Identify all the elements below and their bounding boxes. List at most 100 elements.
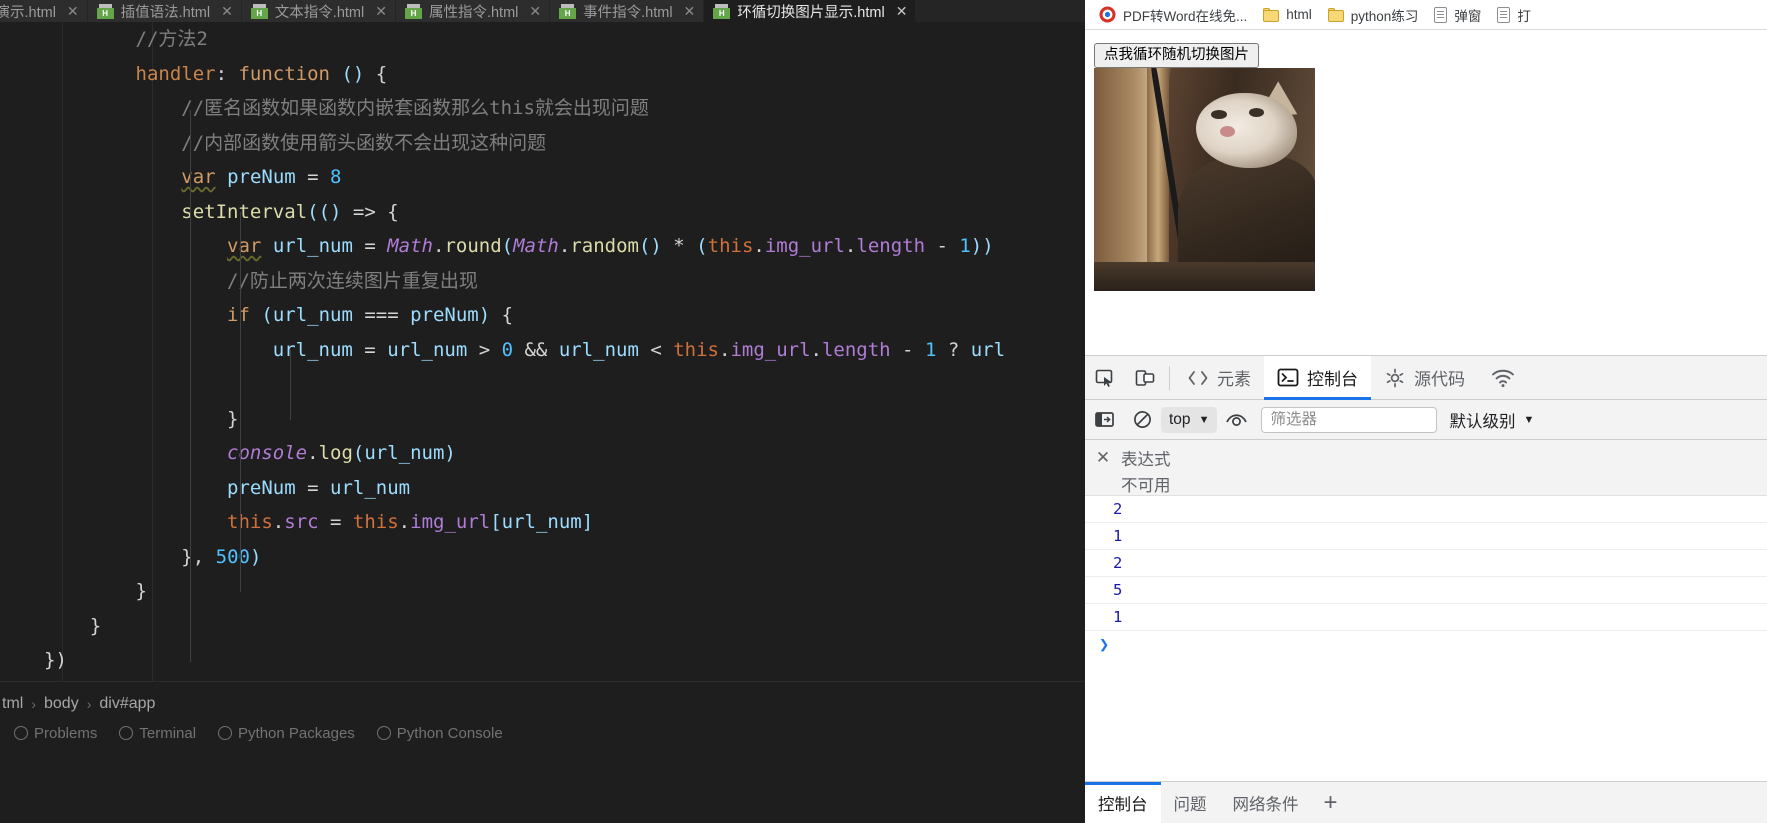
cat-photo-image[interactable] [1094,68,1315,291]
code-token: . [810,338,822,361]
code-token: img_url [764,235,845,257]
status-bar-item-label: Python Console [396,724,503,742]
close-icon[interactable]: ✕ [221,4,233,18]
console-input-prompt[interactable]: ❯ [1085,631,1767,659]
code-line: setInterval(() => { [0,195,1085,230]
bookmark-item[interactable]: python练习 [1320,3,1427,27]
code-token: var [227,235,262,257]
editor-tab[interactable]: H 属性指令.html ✕ [395,0,551,22]
editor-tab[interactable]: H 插值语法.html ✕ [87,0,242,22]
code-token: { [501,304,514,326]
code-token: 500 [215,545,250,568]
editor-tab-label: 法演示.html [0,4,56,21]
add-drawer-tab-icon[interactable]: + [1312,782,1350,823]
cycle-image-button[interactable]: 点我循环随机切换图片 [1094,43,1259,68]
drawer-tab-控制台[interactable]: 控制台 [1085,781,1161,823]
code-token: . [432,235,445,257]
code-token: Math [387,235,433,257]
console-filter-input[interactable]: 筛选器 [1261,406,1438,433]
close-icon[interactable]: ✕ [67,4,79,18]
status-bar-items: Problems Terminal Python Packages Python Co… [0,720,503,746]
code-line: //内部函数使用箭头函数不会出现这种问题 [0,126,1085,161]
code-token: * [661,235,697,257]
breadcrumb[interactable]: tml › body › div#app [0,688,1085,720]
clear-console-icon[interactable] [1123,400,1161,440]
breadcrumb-item[interactable]: div#app [97,695,157,713]
breadcrumb-item[interactable]: body [42,695,81,713]
status-bar-item[interactable]: Python Packages [218,725,355,742]
code-token: . [558,235,571,257]
code-token: . [718,338,731,361]
code-line: if (url_num === preNum) { [0,298,1085,333]
close-icon[interactable]: ✕ [684,4,696,18]
code-token: url_num [364,442,445,464]
editor-tab[interactable]: H 事件指令.html ✕ [550,0,705,22]
close-icon[interactable]: ✕ [1093,447,1113,469]
code-line: }, 500) [0,540,1085,575]
code-token: } [135,580,147,602]
editor-status-bar: Problems Terminal Python Packages Python Co… [0,720,1085,823]
console-output-list[interactable]: 2 1 2 5 1 ❯ [1085,496,1767,823]
close-icon[interactable]: ✕ [896,4,908,18]
code-token: - [925,235,960,257]
bookmark-item[interactable]: 弹窗 [1426,3,1489,27]
log-level-select[interactable]: 默认级别 ▼ [1449,407,1534,433]
breadcrumb-separator: › [86,696,92,712]
editor-tab[interactable]: H 文本指令.html ✕ [241,0,396,22]
html-file-icon: H [96,3,114,19]
bookmark-item[interactable]: html [1255,3,1320,27]
code-content[interactable]: //方法2 handler: function () { //匿名函数如果函数内… [0,22,1085,682]
inspect-element-icon[interactable] [1085,356,1125,400]
bookmark-item[interactable]: 打 [1489,3,1539,27]
code-token: . [844,235,857,257]
bookmark-item[interactable]: PDF转Word在线免... [1091,3,1255,27]
editor-tab[interactable]: 法演示.html ✕ [0,0,88,22]
code-token: url_num [387,338,468,361]
console-sidebar-icon[interactable] [1085,400,1123,440]
status-bar-item[interactable]: Terminal [119,725,196,742]
code-line: } [0,574,1085,609]
status-bar-item-label: Terminal [139,724,197,742]
code-token: { [375,62,388,85]
device-toolbar-icon[interactable] [1125,356,1165,400]
code-token: //匿名函数如果函数内嵌套函数那么this就会出现问题 [181,97,649,119]
devtools-tab-源代码[interactable]: 源代码 [1371,356,1478,400]
breadcrumb-item[interactable]: tml [0,695,25,713]
drawer-tab-问题[interactable]: 问题 [1161,782,1220,823]
code-token: handler [135,62,216,85]
editor-tab-label: 插值语法.html [120,4,211,21]
doc-icon [1497,6,1511,23]
editor-tab[interactable]: H 环循切换图片显示.html ✕ [704,0,917,22]
code-token: this [707,235,754,257]
close-icon[interactable]: ✕ [375,4,387,18]
editor-tab-label: 文本指令.html [274,4,365,21]
editor-tab-label: 事件指令.html [583,4,673,21]
status-bar-item[interactable]: Problems [14,725,97,742]
execution-context-select[interactable]: top ▼ [1161,406,1218,433]
devtools-tab-元素[interactable]: 元素 [1174,356,1264,400]
devtools-tab-控制台[interactable]: 控制台 [1264,355,1371,400]
code-token: this [352,511,399,533]
drawer-tab-网络条件[interactable]: 网络条件 [1220,782,1312,823]
bookmark-label: html [1286,7,1312,22]
code-line: //匿名函数如果函数内嵌套函数那么this就会出现问题 [0,91,1085,126]
code-token: if [227,304,250,326]
devtools-panel: 元素 控制台 源代码 top ▼ 筛选器 默认级别 ▼ ✕ 表达式 不可用 2 … [1085,355,1767,823]
live-expression-icon[interactable] [1217,400,1255,440]
status-bar-item[interactable]: Python Console [376,724,503,742]
execution-context-label: top [1169,410,1191,428]
devtools-tab[interactable] [1478,356,1528,400]
code-line: } [0,609,1085,644]
photo-floor [1094,262,1315,291]
code-token: var [181,166,216,188]
code-line: console.log(url_num) [0,436,1085,471]
close-icon[interactable]: ✕ [529,4,541,18]
code-token: log [318,442,353,464]
code-token: img_url [730,338,811,361]
